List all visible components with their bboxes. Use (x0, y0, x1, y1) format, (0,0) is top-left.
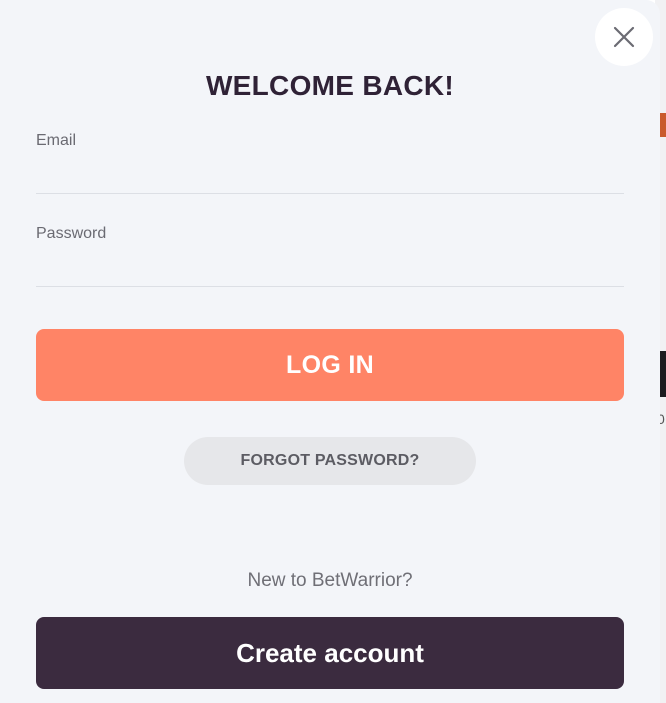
close-icon (613, 26, 635, 48)
password-label: Password (36, 225, 107, 242)
email-field[interactable] (36, 159, 624, 194)
login-button[interactable]: LOG IN (36, 329, 624, 401)
modal-title: WELCOME BACK! (205, 70, 455, 101)
forgot-password-button[interactable]: FORGOT PASSWORD? (184, 437, 476, 485)
create-account-button[interactable]: Create account (36, 617, 624, 689)
email-label: Email (36, 132, 77, 149)
password-field[interactable] (36, 252, 624, 287)
new-user-text: New to BetWarrior? (247, 570, 413, 591)
login-modal: WELCOME BACK! Email Password LOG IN FORG… (0, 0, 660, 703)
close-button[interactable] (595, 8, 653, 66)
